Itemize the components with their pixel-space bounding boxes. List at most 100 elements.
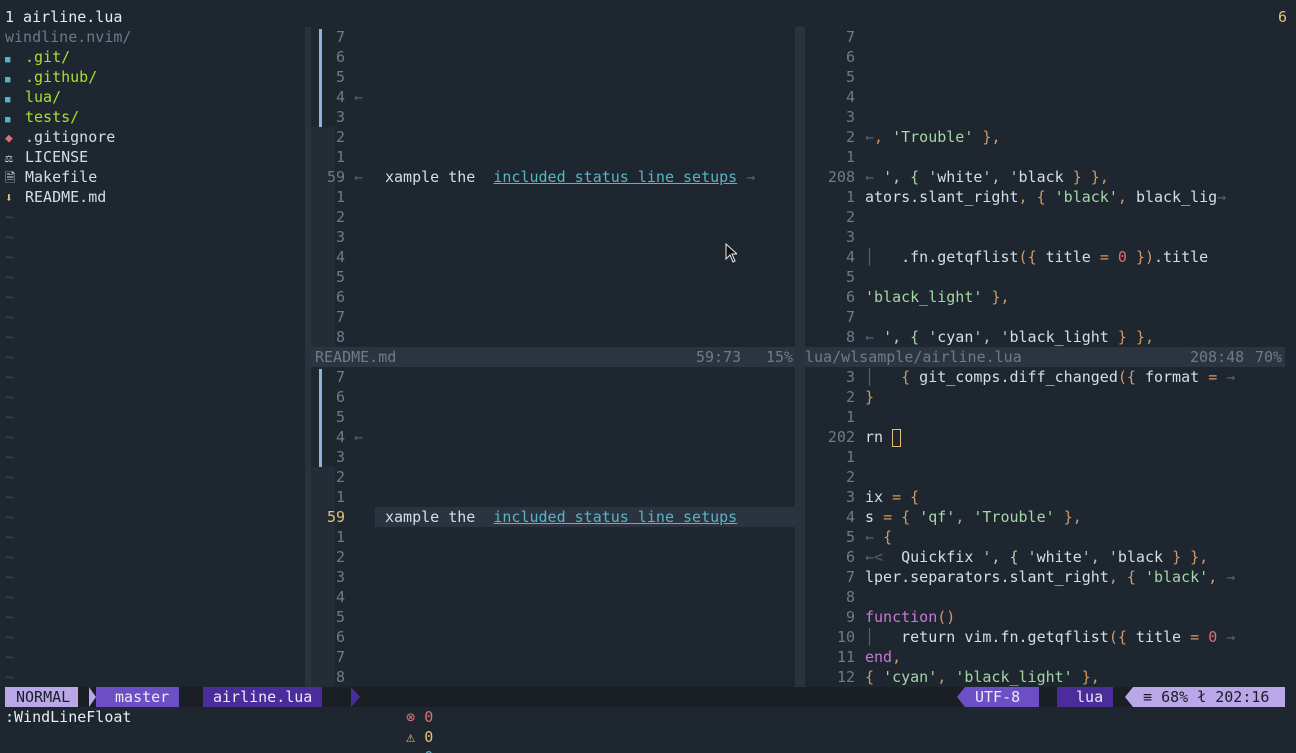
tree-item-label: LICENSE — [25, 148, 89, 166]
wrap-arrow-icon: ← — [865, 328, 875, 346]
punctuation: ( — [1117, 368, 1127, 386]
line-content: │ { git_comps.diff_changed({ format = → — [865, 367, 1235, 387]
empty-line-marker: ~ — [5, 348, 15, 366]
readme-link[interactable]: included status line setups — [493, 508, 737, 526]
wrap-arrow-icon: → — [1226, 368, 1236, 386]
tree-folder[interactable]: ■ .github/ — [5, 67, 97, 87]
split-filename: README.md — [315, 348, 397, 366]
separator-arrow — [89, 687, 96, 707]
code-line: 6 — [805, 47, 855, 67]
empty-line-marker: ~ — [5, 568, 15, 586]
file-explorer[interactable]: windline.nvim/ ■ .git/■ .github/■ lua/■ test… — [0, 27, 305, 687]
readme-link[interactable]: included status line setups — [493, 168, 737, 186]
line-number: 4 — [335, 248, 345, 266]
line-text: xample the — [385, 168, 494, 186]
split-filename: lua/wlsample/airline.lua — [805, 348, 1022, 366]
line-content: ← ', { 'white', 'black } }, — [865, 167, 1109, 187]
line-number: 6 — [845, 48, 855, 66]
code-line: 6 — [315, 387, 795, 407]
code-line: 8 — [805, 587, 855, 607]
line-number: 1 — [845, 188, 855, 206]
line-number: 2 — [335, 548, 345, 566]
code-line: 1 ators.slant_right, { 'black', black_lig… — [805, 187, 1226, 207]
git-branch[interactable]: master — [96, 687, 180, 707]
code-token: black — [1018, 168, 1064, 186]
code-line: 4 — [805, 87, 855, 107]
command-line[interactable]: :WindLineFloat — [5, 707, 131, 727]
editor-pane-readme-top[interactable]: 7654 ← 3 2 1 59 ← xample the included status … — [315, 27, 795, 347]
punctuation: { — [865, 668, 875, 686]
tab-current-file[interactable]: 1 airline.lua — [5, 7, 122, 27]
line-number: 5 — [845, 68, 855, 86]
tree-file[interactable]: 🗎 Makefile — [5, 167, 97, 187]
diagnostics[interactable]: ⊗ 0 ⚠ 0 ● 0 — [360, 687, 443, 753]
empty-line-marker: ~ — [5, 628, 15, 646]
code-token: s — [865, 508, 884, 526]
line-number: 4 — [845, 88, 855, 106]
code-line: 208 ← ', { 'white', 'black } }, — [805, 167, 1109, 187]
empty-line-marker: ~ — [5, 668, 15, 686]
punctuation: { — [901, 508, 911, 526]
tree-folder[interactable]: ■ tests/ — [5, 107, 79, 127]
line-number: 12 — [836, 668, 855, 686]
line-number: 3 — [845, 228, 855, 246]
tree-root[interactable]: windline.nvim/ — [5, 27, 131, 47]
empty-line-marker: ~ — [5, 368, 15, 386]
punctuation: { — [1126, 568, 1136, 586]
empty-line-marker: ~ — [5, 388, 15, 406]
empty-line-marker: ~ — [5, 528, 15, 546]
code-token: format — [1135, 368, 1209, 386]
empty-line-marker: ~ — [5, 448, 15, 466]
empty-line-marker: ~ — [5, 228, 15, 246]
punctuation: , — [955, 508, 965, 526]
code-line: 8 ← ', { 'cyan', 'black_light } }, — [805, 327, 1154, 347]
cursor-position: ≡ 68% ł 202:16 — [1133, 687, 1285, 707]
code-line: 5 ← { — [805, 527, 892, 547]
wrap-arrow-icon: ← — [345, 88, 364, 106]
editor-pane-airline-bottom[interactable]: 3 │ { git_comps.diff_changed({ format = →… — [805, 367, 1285, 687]
line-number: 8 — [335, 668, 345, 686]
line-content: rn — [865, 427, 902, 447]
editor-pane-airline-top[interactable]: 7 6 5 4 3 2 ←, 'Trouble' }, 1 208 ← ', { 'white',… — [805, 27, 1285, 347]
line-number: 1 — [335, 488, 345, 506]
code-line: 1 — [805, 407, 855, 427]
split-separator[interactable] — [795, 27, 805, 687]
code-line: 5 — [805, 67, 855, 87]
editor-pane-readme-bottom[interactable]: 7654 ← 3 2 1 59 xample the included status li… — [315, 367, 795, 687]
punctuation: , — [1099, 168, 1109, 186]
code-line: 4 ← — [315, 427, 795, 447]
tree-file[interactable]: ◆ .gitignore — [5, 127, 115, 147]
punctuation: ) — [946, 608, 956, 626]
tree-folder[interactable]: ■ .git/ — [5, 47, 70, 67]
punctuation: = — [1208, 368, 1218, 386]
line-content: lper.separators.slant_right, { 'black', … — [865, 567, 1235, 587]
code-line: 2 — [315, 207, 795, 227]
empty-line-marker: ~ — [5, 428, 15, 446]
tree-file[interactable]: ⬇ README.md — [5, 187, 106, 207]
wrap-arrow-icon: │ — [865, 248, 875, 266]
string-literal: 'black' — [1144, 568, 1209, 586]
line-number: 59 — [326, 508, 345, 526]
code-line: 5 — [315, 267, 795, 287]
wrap-arrow-icon: ← — [865, 528, 875, 546]
line-content: ← { — [865, 527, 892, 547]
code-token: title — [1036, 248, 1100, 266]
line-number: 202 — [827, 428, 855, 446]
code-line: 1 — [315, 187, 795, 207]
line-content: ators.slant_right, { 'black', black_lig→ — [865, 187, 1226, 207]
code-line: 3 — [315, 107, 795, 127]
line-number: 6 — [335, 628, 345, 646]
code-line: 8 — [315, 667, 795, 687]
code-line: 2} — [805, 387, 874, 407]
string-literal: 'qf' — [919, 508, 956, 526]
tree-folder[interactable]: ■ lua/ — [5, 87, 61, 107]
punctuation: } — [1172, 548, 1182, 566]
empty-line-marker: ~ — [5, 548, 15, 566]
tree-file[interactable]: ⚖ LICENSE — [5, 147, 88, 167]
